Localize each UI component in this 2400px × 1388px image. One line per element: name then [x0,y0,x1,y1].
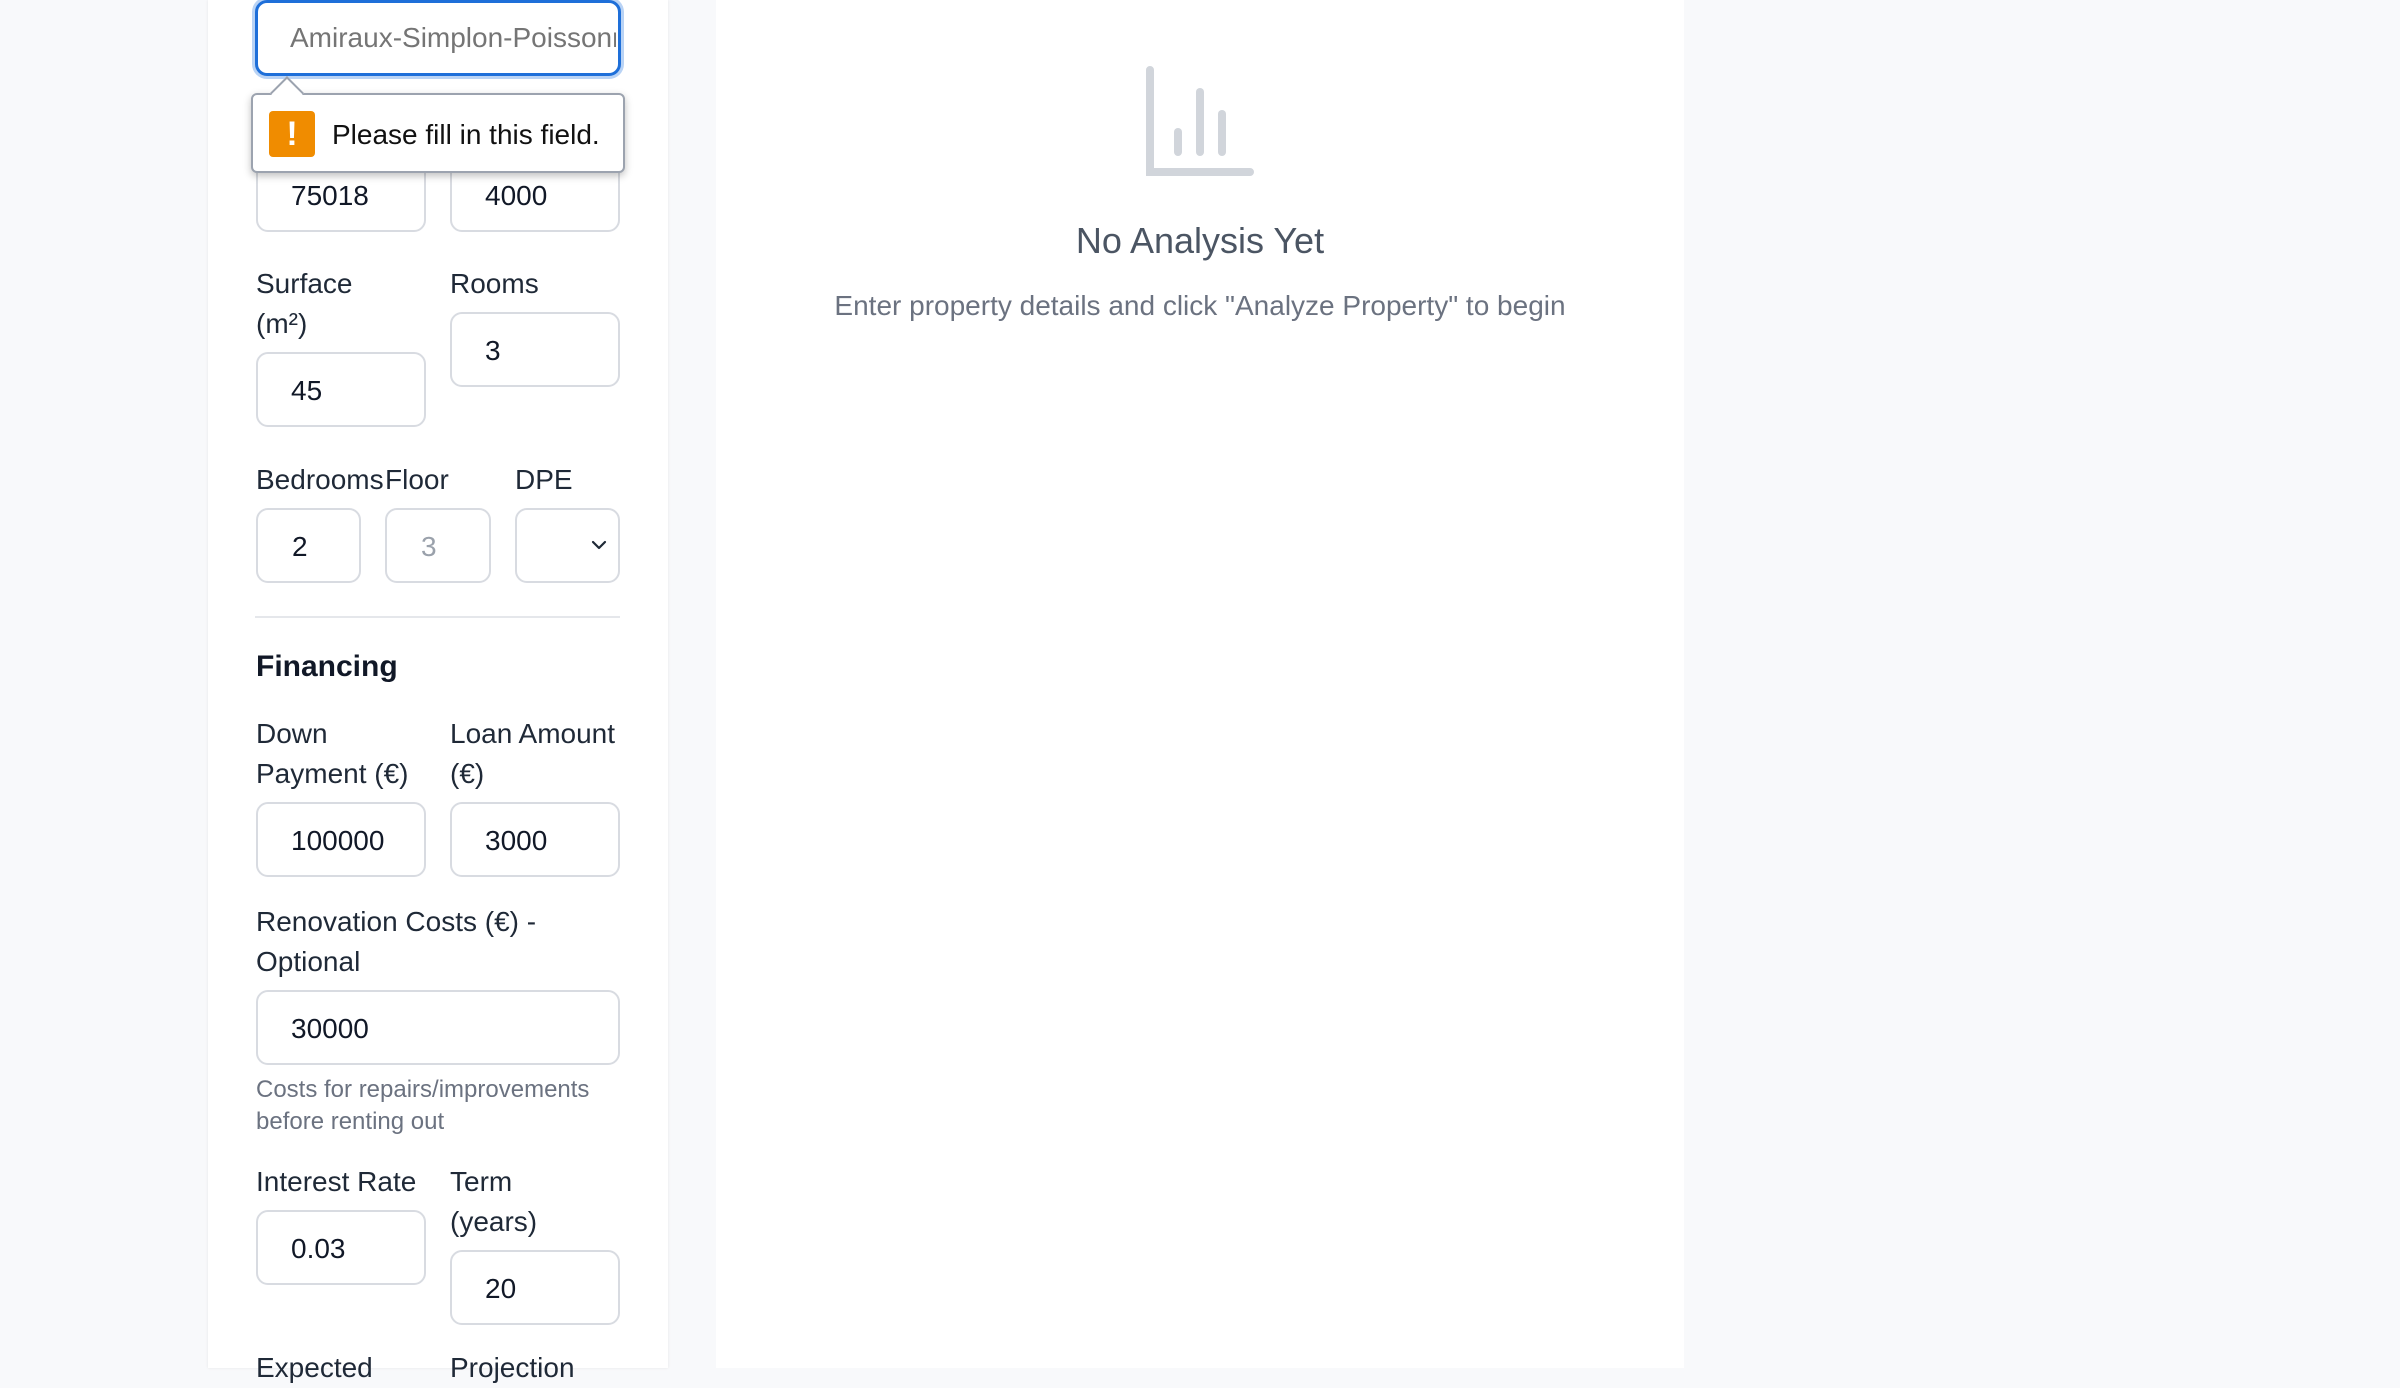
term-label: Term (years) [450,1166,538,1237]
dpe-select[interactable] [515,508,620,583]
financing-title: Financing [256,650,398,683]
surface-label: Surface (m²) [256,268,353,339]
rooms-label: Rooms [450,268,539,299]
bar-chart-icon [1146,66,1254,176]
address-input[interactable] [255,0,621,76]
floor-input[interactable]: 3 [385,508,491,583]
interest-rate-input[interactable]: 0.03 [256,1210,426,1285]
term-input[interactable]: 20 [450,1250,620,1325]
bedrooms-input[interactable]: 2 [256,508,361,583]
section-divider [255,616,620,618]
renovation-label: Renovation Costs (€) - Optional [256,906,537,977]
renovation-hint: Costs for repairs/improvements before re… [256,1076,590,1135]
projection-label: Projection [450,1352,575,1383]
down-payment-label: Down Payment (€) [256,718,409,789]
loan-amount-label: Loan Amount (€) [450,718,616,789]
dpe-label: DPE [515,464,573,495]
loan-amount-input[interactable]: 3000 [450,802,620,877]
chevron-down-icon [591,540,607,550]
empty-state-title: No Analysis Yet [1075,220,1325,261]
interest-rate-label: Interest Rate [256,1166,417,1197]
validation-tooltip: ! Please fill in this field. [251,76,625,173]
floor-label: Floor [385,464,449,495]
surface-input[interactable]: 45 [256,352,426,427]
bedrooms-label: Bedrooms [256,464,384,495]
validation-message: Please fill in this field. [332,119,600,150]
rooms-input[interactable]: 3 [450,312,620,387]
results-panel [716,0,1684,1368]
empty-state-text: Enter property details and click "Analyz… [834,290,1566,321]
warning-icon: ! [269,111,315,157]
renovation-input[interactable]: 30000 [256,990,620,1065]
down-payment-input[interactable]: 100000 [256,802,426,877]
expected-label: Expected [256,1352,373,1383]
